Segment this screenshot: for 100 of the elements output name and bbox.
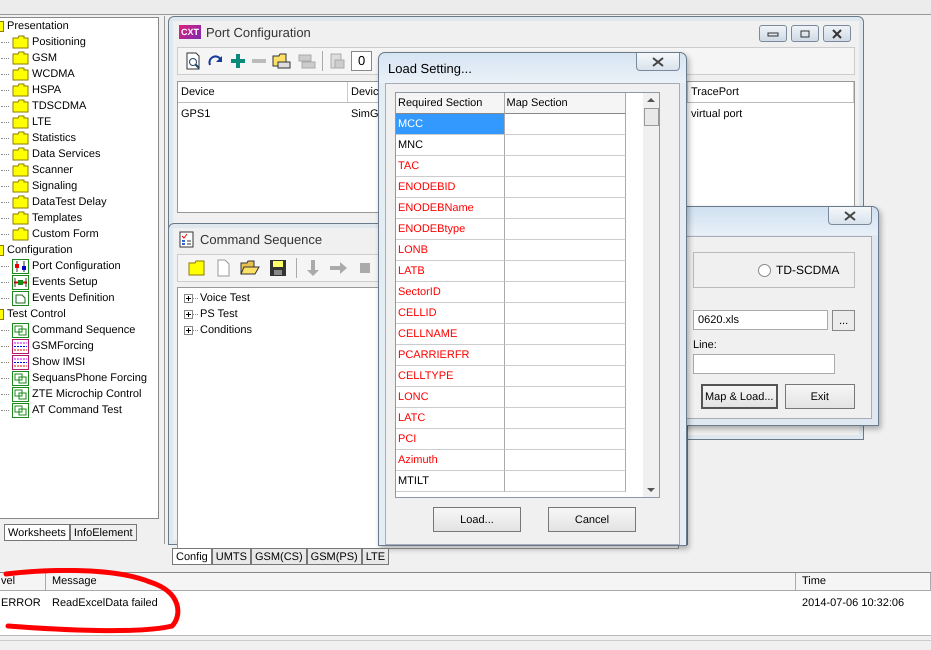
close-button[interactable] (828, 207, 872, 225)
expand-icon[interactable] (184, 326, 193, 334)
minimize-button[interactable] (759, 25, 787, 42)
grid-cell[interactable] (504, 471, 626, 492)
tree-item[interactable]: Statistics (32, 132, 76, 144)
tree-item[interactable]: GSM (32, 52, 58, 64)
tree-item[interactable]: Custom Form (32, 228, 99, 240)
grid-cell[interactable]: Azimuth (396, 450, 505, 471)
radio-button[interactable] (758, 264, 771, 276)
grid-cell[interactable]: LONB (396, 240, 505, 261)
grid-cell[interactable]: ENODEBID (396, 177, 505, 198)
tree-item[interactable]: HSPA (32, 84, 62, 96)
grid-cell[interactable] (504, 114, 626, 135)
panel-tab[interactable]: Worksheets (4, 524, 70, 541)
tree-item[interactable]: SequansPhone Forcing (32, 372, 147, 384)
scrollbar[interactable] (643, 93, 659, 497)
tree-item[interactable]: Data Services (32, 148, 100, 160)
scroll-thumb[interactable] (644, 108, 658, 126)
grid-cell[interactable] (504, 135, 626, 156)
grid-cell[interactable]: CELLID (396, 303, 505, 324)
grid-cell[interactable] (504, 282, 626, 303)
open-folder-icon[interactable] (240, 259, 260, 277)
maximize-button[interactable] (791, 25, 819, 42)
column-header[interactable]: Time (796, 573, 931, 590)
grid-cell[interactable] (504, 345, 626, 366)
tree-item[interactable]: WCDMA (32, 68, 75, 80)
grid-cell[interactable] (504, 387, 626, 408)
panel-tab[interactable]: InfoElement (70, 524, 137, 541)
exit-button[interactable]: Exit (784, 384, 855, 409)
grid-cell[interactable]: PCI (396, 429, 505, 450)
tree-item[interactable]: TDSCDMA (32, 100, 86, 112)
tree-item[interactable]: Conditions (200, 324, 252, 336)
tree-item[interactable]: Signaling (32, 180, 78, 192)
grid-cell[interactable] (504, 261, 626, 282)
grid-cell[interactable] (504, 450, 626, 471)
sheet-tab[interactable]: GSM(PS) (306, 548, 362, 565)
tree-item[interactable]: Presentation (7, 20, 69, 32)
preview-icon[interactable] (184, 52, 202, 70)
grid-cell[interactable] (504, 366, 626, 387)
column-header[interactable]: Required Section (396, 93, 505, 114)
grid-cell[interactable] (504, 303, 626, 324)
tree-item[interactable]: PS Test (200, 308, 238, 320)
grid-cell[interactable]: TAC (396, 156, 505, 177)
grid-cell[interactable]: SectorID (396, 282, 505, 303)
grid-cell[interactable]: LATC (396, 408, 505, 429)
close-button[interactable] (636, 53, 680, 71)
tree-item[interactable]: DataTest Delay (32, 196, 107, 208)
scroll-up-icon[interactable] (647, 97, 655, 102)
tree-item[interactable]: Positioning (32, 36, 86, 48)
map-load-button[interactable]: Map & Load... (701, 384, 778, 409)
grid-cell[interactable] (504, 177, 626, 198)
grid-cell[interactable]: CELLNAME (396, 324, 505, 345)
new-document-icon[interactable] (215, 259, 231, 277)
folder-export-icon[interactable] (272, 52, 292, 70)
sheet-tab[interactable]: GSM(CS) (250, 548, 307, 565)
cancel-button[interactable]: Cancel (548, 507, 636, 532)
column-header[interactable]: TracePort (691, 86, 739, 98)
grid-cell[interactable] (504, 198, 626, 219)
grid-cell[interactable]: LATB (396, 261, 505, 282)
column-header[interactable]: Devic (351, 86, 379, 98)
column-header[interactable]: Map Section (504, 93, 626, 114)
tree-item[interactable]: Configuration (7, 244, 72, 256)
expand-icon[interactable] (184, 294, 193, 302)
tree-item[interactable]: Port Configuration (32, 260, 121, 272)
tree-item[interactable]: Voice Test (200, 292, 250, 304)
plus-icon[interactable] (230, 53, 246, 69)
sheet-tab[interactable]: UMTS (212, 548, 251, 565)
tree-item[interactable]: GSMForcing (32, 340, 94, 352)
grid-cell[interactable] (504, 219, 626, 240)
grid-cell[interactable]: CELLTYPE (396, 366, 505, 387)
expand-icon[interactable] (184, 310, 193, 318)
grid-cell[interactable] (504, 429, 626, 450)
grid-cell[interactable]: PCARRIERFR (396, 345, 505, 366)
tree-item[interactable]: LTE (32, 116, 52, 128)
column-header[interactable]: vel (0, 573, 46, 590)
save-icon[interactable] (269, 259, 287, 277)
tree-item[interactable]: Scanner (32, 164, 73, 176)
redo-icon[interactable] (207, 54, 225, 68)
tree-item[interactable]: Events Setup (32, 276, 98, 288)
folder-icon[interactable] (188, 260, 206, 276)
grid-cell[interactable]: ENODEBName (396, 198, 505, 219)
input-field[interactable] (693, 354, 835, 374)
sheet-tab[interactable]: LTE (362, 548, 390, 565)
sheet-tab[interactable]: Config (172, 548, 212, 565)
grid-cell[interactable]: LONC (396, 387, 505, 408)
load-button[interactable]: Load... (433, 507, 521, 532)
combo-box[interactable]: 0 (351, 51, 372, 71)
grid-cell[interactable]: ENODEBtype (396, 219, 505, 240)
tree-item[interactable]: Templates (32, 212, 82, 224)
tree-item[interactable]: Show IMSI (32, 356, 86, 368)
grid-cell[interactable]: MTILT (396, 471, 505, 492)
grid-cell[interactable]: MNC (396, 135, 505, 156)
scroll-down-icon[interactable] (647, 488, 655, 493)
grid-cell[interactable] (504, 156, 626, 177)
close-button[interactable] (823, 25, 851, 42)
grid-cell[interactable] (504, 408, 626, 429)
tree-item[interactable]: Command Sequence (32, 324, 136, 336)
grid-cell[interactable] (504, 240, 626, 261)
tree-item[interactable]: Events Definition (32, 292, 115, 304)
file-path-field[interactable]: 0620.xls (693, 310, 828, 330)
